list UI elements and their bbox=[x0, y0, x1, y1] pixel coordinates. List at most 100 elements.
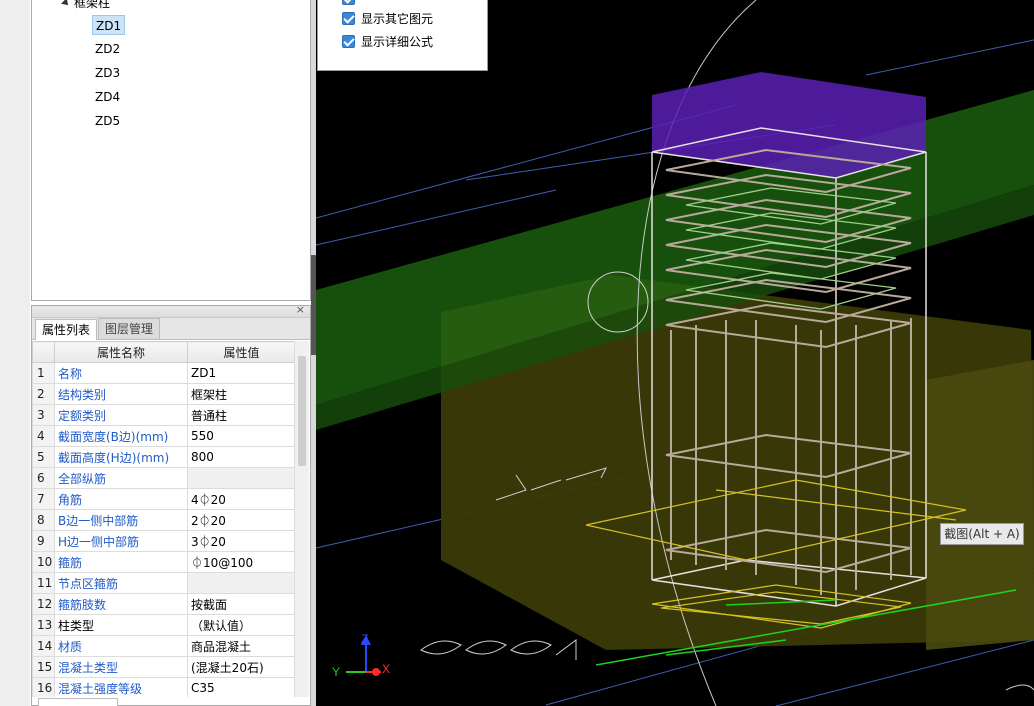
property-value[interactable]: 普通柱 bbox=[187, 404, 295, 426]
property-value[interactable]: 商品混凝土 bbox=[187, 635, 295, 657]
property-name: 混凝土类型 bbox=[54, 656, 188, 678]
x-axis-origin-icon bbox=[372, 668, 380, 676]
option-label: 显示详细公式 bbox=[361, 35, 434, 49]
option-hidden-top[interactable] bbox=[342, 0, 355, 5]
property-value[interactable]: （默认值） bbox=[187, 614, 295, 636]
properties-table: 属性名称 属性值 1 名称 ZD1 2 结构类别 框架柱 3 定额类别 普通柱 4 截面宽度(B边)… bbox=[32, 341, 295, 697]
table-row[interactable]: 10 箍筋 ⏀10@100 bbox=[32, 551, 295, 573]
property-value[interactable]: 2⏀20 bbox=[187, 509, 295, 531]
option-show-other-elements[interactable]: 显示其它图元 bbox=[342, 10, 433, 27]
row-number: 13 bbox=[32, 614, 55, 636]
table-row[interactable]: 11 节点区箍筋 bbox=[32, 572, 295, 594]
row-number: 9 bbox=[32, 530, 55, 552]
property-value[interactable] bbox=[187, 467, 295, 489]
property-name: 材质 bbox=[54, 635, 188, 657]
table-row[interactable]: 6 全部纵筋 bbox=[32, 467, 295, 489]
property-name: 名称 bbox=[54, 362, 188, 384]
bottom-tab[interactable] bbox=[38, 698, 118, 706]
property-value[interactable]: 框架柱 bbox=[187, 383, 295, 405]
property-name: 箍筋肢数 bbox=[54, 593, 188, 615]
3d-viewport[interactable]: Z Y X bbox=[316, 0, 1034, 706]
option-show-detailed-formula[interactable]: 显示详细公式 bbox=[342, 33, 433, 50]
property-value[interactable]: (混凝土20石) bbox=[187, 656, 295, 678]
table-row[interactable]: 12 箍筋肢数 按截面 bbox=[32, 593, 295, 615]
purple-cap bbox=[652, 72, 926, 178]
table-row[interactable]: 14 材质 商品混凝土 bbox=[32, 635, 295, 657]
property-name: 定额类别 bbox=[54, 404, 188, 426]
property-name: 角筋 bbox=[54, 488, 188, 510]
screenshot-tooltip: 截图(Alt + A) bbox=[940, 523, 1024, 545]
row-number: 8 bbox=[32, 509, 55, 531]
tree-item-zd3[interactable]: ZD3 bbox=[92, 63, 123, 83]
property-value[interactable]: C35 bbox=[187, 677, 295, 697]
tree-item-zd4[interactable]: ZD4 bbox=[92, 87, 123, 107]
z-axis-label: Z bbox=[361, 632, 368, 646]
checkbox-show-detailed-formula[interactable] bbox=[342, 35, 355, 48]
floor-glyph bbox=[1005, 684, 1034, 691]
property-value[interactable]: ⏀10@100 bbox=[187, 551, 295, 573]
properties-titlebar: × bbox=[32, 303, 310, 318]
col-header-name[interactable]: 属性名称 bbox=[54, 341, 188, 363]
row-number: 7 bbox=[32, 488, 55, 510]
left-panel: 框架柱 ZD1 ZD2 ZD3 ZD4 ZD5 × 属性列表 图层管理 属性名称… bbox=[0, 0, 316, 706]
table-row[interactable]: 15 混凝土类型 (混凝土20石) bbox=[32, 656, 295, 678]
table-row[interactable]: 9 H边一侧中部筋 3⏀20 bbox=[32, 530, 295, 552]
expand-triangle-icon[interactable] bbox=[61, 0, 71, 8]
floor-glyph bbox=[465, 640, 507, 655]
y-axis-label: Y bbox=[332, 665, 340, 679]
x-axis-label: X bbox=[382, 662, 390, 676]
option-label: 显示其它图元 bbox=[361, 12, 434, 26]
col-header-num bbox=[32, 341, 55, 363]
floor-glyph bbox=[510, 640, 552, 655]
checkbox-show-other-elements[interactable] bbox=[342, 12, 355, 25]
property-value[interactable]: ZD1 bbox=[187, 362, 295, 384]
table-row[interactable]: 13 柱类型 （默认值） bbox=[32, 614, 295, 636]
property-name: B边一侧中部筋 bbox=[54, 509, 188, 531]
row-number: 15 bbox=[32, 656, 55, 678]
table-row[interactable]: 3 定额类别 普通柱 bbox=[32, 404, 295, 426]
table-row[interactable]: 8 B边一侧中部筋 2⏀20 bbox=[32, 509, 295, 531]
table-header-row: 属性名称 属性值 bbox=[32, 341, 295, 363]
row-number: 14 bbox=[32, 635, 55, 657]
tree-root-node[interactable]: 框架柱 bbox=[61, 0, 110, 11]
3d-scene: Z Y X bbox=[316, 0, 1034, 706]
property-name: H边一侧中部筋 bbox=[54, 530, 188, 552]
table-row[interactable]: 7 角筋 4⏀20 bbox=[32, 488, 295, 510]
property-value[interactable]: 3⏀20 bbox=[187, 530, 295, 552]
row-number: 16 bbox=[32, 677, 55, 697]
row-number: 12 bbox=[32, 593, 55, 615]
tree-item-zd5[interactable]: ZD5 bbox=[92, 111, 123, 131]
component-tree: 框架柱 ZD1 ZD2 ZD3 ZD4 ZD5 bbox=[31, 0, 311, 301]
property-name: 混凝土强度等级 bbox=[54, 677, 188, 697]
tree-item-zd1[interactable]: ZD1 bbox=[92, 15, 126, 35]
property-name: 结构类别 bbox=[54, 383, 188, 405]
grid-line bbox=[775, 639, 1034, 706]
scrollbar-thumb[interactable] bbox=[298, 356, 306, 466]
property-value[interactable]: 800 bbox=[187, 446, 295, 468]
properties-scrollbar[interactable] bbox=[294, 341, 309, 697]
checkbox-top[interactable] bbox=[342, 0, 355, 5]
close-icon[interactable]: × bbox=[296, 303, 305, 316]
property-value[interactable]: 按截面 bbox=[187, 593, 295, 615]
table-row[interactable]: 16 混凝土强度等级 C35 bbox=[32, 677, 295, 697]
properties-table-wrap: 属性名称 属性值 1 名称 ZD1 2 结构类别 框架柱 3 定额类别 普通柱 4 截面宽度(B边)… bbox=[32, 341, 295, 697]
col-header-value[interactable]: 属性值 bbox=[187, 341, 295, 363]
property-value[interactable]: 550 bbox=[187, 425, 295, 447]
tab-property-list[interactable]: 属性列表 bbox=[35, 319, 98, 340]
axis-gizmo: Z Y X bbox=[332, 632, 390, 679]
table-row[interactable]: 5 截面高度(H边)(mm) 800 bbox=[32, 446, 295, 468]
table-row[interactable]: 4 截面宽度(B边)(mm) 550 bbox=[32, 425, 295, 447]
properties-panel: × 属性列表 图层管理 属性名称 属性值 1 名称 ZD1 2 结构类别 框架柱 3 定额类别… bbox=[31, 303, 311, 706]
table-row[interactable]: 1 名称 ZD1 bbox=[32, 362, 295, 384]
tree-item-zd2[interactable]: ZD2 bbox=[92, 39, 123, 59]
left-gutter bbox=[0, 0, 30, 706]
row-number: 10 bbox=[32, 551, 55, 573]
row-number: 4 bbox=[32, 425, 55, 447]
table-row[interactable]: 2 结构类别 框架柱 bbox=[32, 383, 295, 405]
property-name: 截面宽度(B边)(mm) bbox=[54, 425, 188, 447]
property-value[interactable] bbox=[187, 572, 295, 594]
tab-layer-management[interactable]: 图层管理 bbox=[98, 318, 161, 339]
property-value[interactable]: 4⏀20 bbox=[187, 488, 295, 510]
property-name: 箍筋 bbox=[54, 551, 188, 573]
property-name: 节点区箍筋 bbox=[54, 572, 188, 594]
